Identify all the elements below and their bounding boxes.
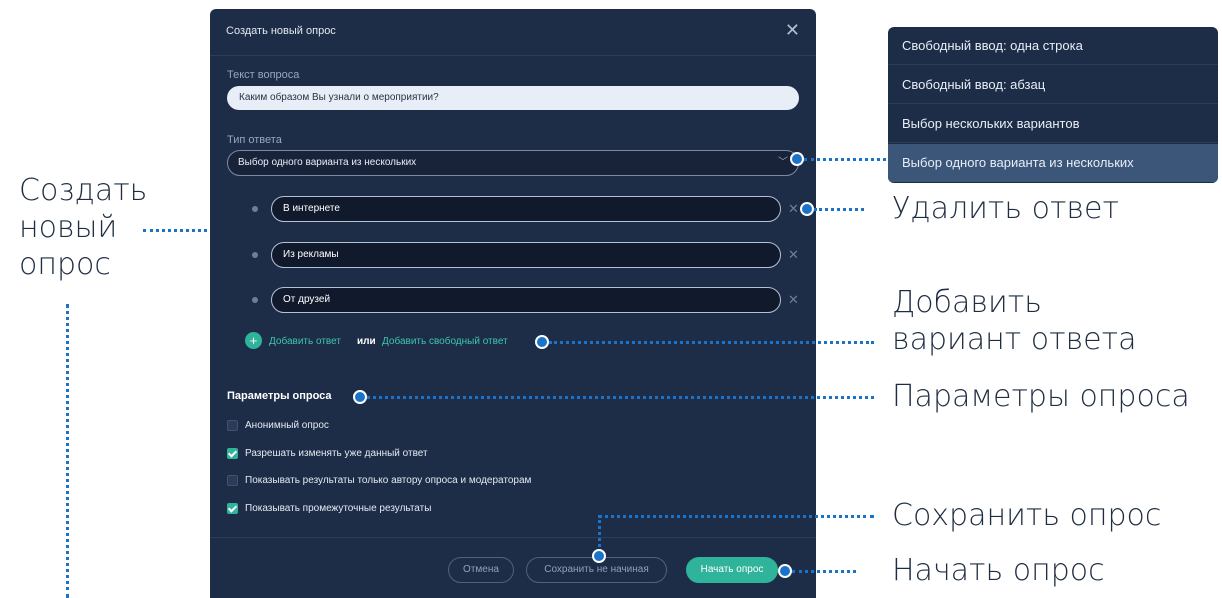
menu-item[interactable]: Свободный ввод: одна строка [888,27,1218,65]
add-answer-link[interactable]: Добавить ответ [269,336,341,347]
callout-line: новый [19,210,118,245]
question-input[interactable]: Каким образом Вы узнали о мероприятии? [227,86,799,110]
delete-answer-icon[interactable]: ✕ [788,292,799,308]
anonymous-checkbox[interactable] [227,420,238,431]
callout-line: Создать [19,173,148,208]
start-poll-button[interactable]: Начать опрос [686,557,778,583]
callout-connector [804,158,886,161]
callout-connector [792,570,856,573]
callout-dot [535,335,549,349]
modal-header: Создать новый опрос ✕ [210,9,816,56]
menu-item-selected[interactable]: Выбор одного варианта из нескольких [888,144,1218,182]
answer-type-select[interactable]: Выбор одного варианта из нескольких ﹀ [227,150,799,176]
answer-option-input[interactable]: В интернете [271,196,781,222]
allow-change-checkbox[interactable] [227,448,238,459]
callout-dot [790,152,804,166]
callout-line: опрос [19,247,111,282]
question-label: Текст вопроса [227,69,300,81]
delete-answer-icon[interactable]: ✕ [788,247,799,263]
callout-save-poll: Сохранить опрос [892,498,1162,533]
menu-item[interactable]: Выбор нескольких вариантов [888,105,1218,143]
option-bullet [252,252,258,258]
callout-connector [367,396,874,399]
callout-dot [800,202,814,216]
checkbox-label: Разрешать изменять уже данный ответ [245,448,428,459]
option-bullet [252,206,258,212]
add-answer-icon[interactable]: + [245,332,262,349]
chevron-down-icon: ﹀ [778,157,788,168]
checkbox-label: Анонимный опрос [245,420,329,431]
callout-params: Параметры опроса [892,379,1190,414]
cancel-button[interactable]: Отмена [448,557,514,583]
callout-line: вариант ответа [892,322,1137,357]
callout-connector [66,304,69,598]
callout-dot [778,564,792,578]
checkbox-label: Показывать промежуточные результаты [245,503,432,514]
close-icon[interactable]: ✕ [785,21,800,39]
answer-type-dropdown: Свободный ввод: одна строка Свободный вв… [888,27,1218,183]
params-title: Параметры опроса [227,390,332,402]
answer-option-input[interactable]: От друзей [271,287,781,313]
create-poll-modal: Создать новый опрос ✕ Текст вопроса Каки… [210,9,816,598]
menu-item[interactable]: Свободный ввод: абзац [888,66,1218,104]
answer-type-label: Тип ответа [227,134,282,146]
intermediate-results-checkbox[interactable] [227,503,238,514]
modal-title: Создать новый опрос [226,25,336,37]
answer-type-value: Выбор одного варианта из нескольких [238,157,417,168]
delete-answer-icon[interactable]: ✕ [788,201,799,217]
option-bullet [252,297,258,303]
results-author-only-checkbox[interactable] [227,475,238,486]
footer-divider [210,537,816,538]
callout-add-option: Добавить вариант ответа [892,284,1136,358]
or-label: или [357,336,376,347]
checkbox-label: Показывать результаты только автору опро… [245,475,532,486]
callout-dot [592,549,606,563]
callout-connector [549,341,874,344]
callout-connector [598,515,601,552]
callout-create-poll: Создать новый опрос [19,172,147,283]
callout-connector [598,515,874,518]
callout-connector [143,229,207,232]
add-free-answer-link[interactable]: Добавить свободный ответ [382,336,508,347]
callout-line: Добавить [892,285,1042,320]
callout-connector [814,208,864,211]
callout-dot [353,390,367,404]
callout-start-poll: Начать опрос [892,553,1105,588]
callout-delete-answer: Удалить ответ [892,191,1119,226]
answer-option-input[interactable]: Из рекламы [271,242,781,268]
